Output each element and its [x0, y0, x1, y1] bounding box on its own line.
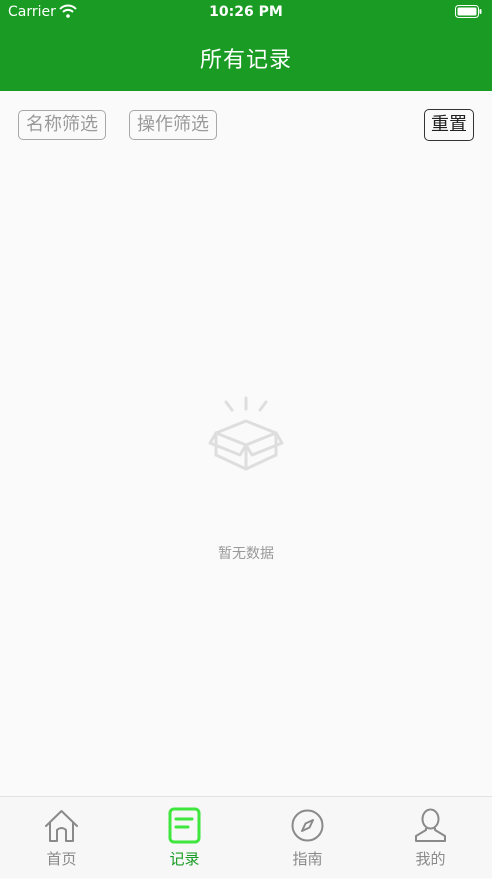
profile-icon: [415, 808, 446, 842]
battery-icon: [455, 5, 482, 18]
page-title: 所有记录: [199, 48, 292, 73]
app-header: Carrier 10:26 PM 所有记录: [0, 0, 492, 91]
reset-button[interactable]: 重置: [424, 109, 474, 141]
filter-bar: 名称筛选 操作筛选 重置: [0, 108, 492, 144]
status-bar: Carrier 10:26 PM: [0, 0, 492, 26]
tab-profile-label: 我的: [415, 850, 446, 868]
empty-state-message: 暂无数据: [218, 546, 274, 562]
tab-home-label: 首页: [46, 850, 77, 868]
status-time: 10:26 PM: [209, 4, 283, 20]
empty-box-icon: [208, 396, 284, 471]
tab-bar: 首页 记录 指南 我的: [0, 796, 492, 878]
name-filter-button[interactable]: 名称筛选: [18, 110, 106, 140]
compass-icon: [291, 809, 324, 842]
records-icon: [168, 807, 201, 844]
tab-home[interactable]: 首页: [0, 797, 123, 879]
tab-guide-label: 指南: [292, 850, 323, 868]
tab-guide[interactable]: 指南: [246, 797, 369, 879]
tab-records-label: 记录: [169, 850, 200, 868]
home-icon: [45, 810, 78, 842]
operation-filter-button[interactable]: 操作筛选: [129, 110, 217, 140]
tab-profile[interactable]: 我的: [369, 797, 492, 879]
tab-records[interactable]: 记录: [123, 797, 246, 879]
